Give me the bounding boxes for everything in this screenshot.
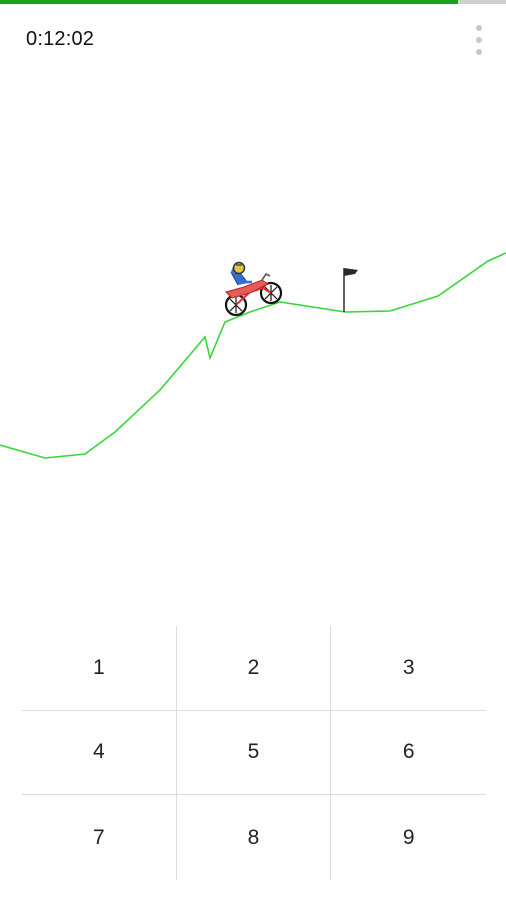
keypad-key-4[interactable]: 4 [22,710,177,796]
more-options-button[interactable] [468,22,490,58]
elapsed-timer: 0:12:02 [26,28,95,50]
motorbike-rider-icon [224,261,283,317]
level-progress-bar [0,0,506,4]
keypad-key-7[interactable]: 7 [22,795,177,880]
keypad-key-5[interactable]: 5 [176,710,332,796]
more-vert-icon-dot [476,49,482,55]
level-progress-fill [0,0,458,4]
more-vert-icon-dot [476,25,482,31]
keypad-key-2[interactable]: 2 [176,626,332,711]
keypad-key-9[interactable]: 9 [331,795,486,880]
keypad-key-8[interactable]: 8 [177,795,332,880]
number-keypad: 123 456 789 [22,626,486,880]
more-vert-icon-dot [476,37,482,43]
finish-flag-icon [343,268,358,312]
keypad-key-6[interactable]: 6 [331,711,486,796]
keypad-key-3[interactable]: 3 [331,626,486,711]
keypad-key-1[interactable]: 1 [22,626,177,711]
game-canvas[interactable] [0,60,506,620]
